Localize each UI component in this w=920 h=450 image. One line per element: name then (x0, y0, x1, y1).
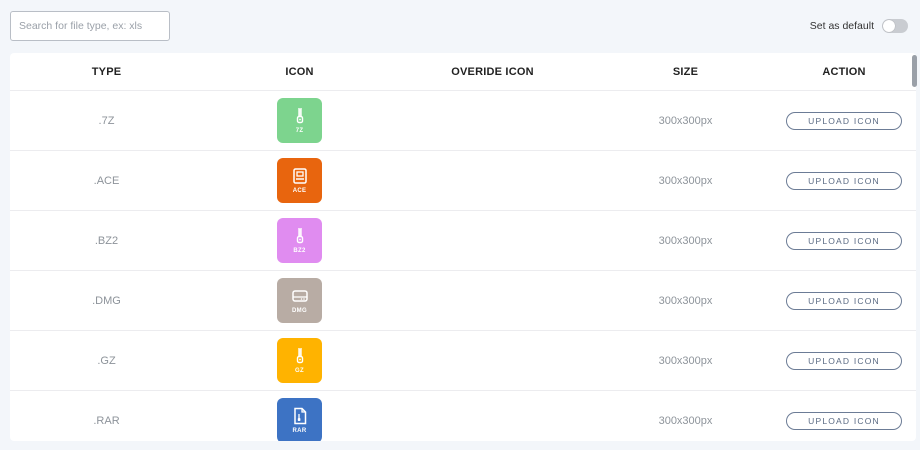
set-default-toggle[interactable] (882, 19, 908, 33)
file-icon: BZ2 (277, 218, 322, 263)
zip-icon (291, 347, 309, 365)
icon-cell: RAR (203, 398, 396, 441)
toggle-knob (883, 20, 895, 32)
file-type-cell: .DMG (92, 294, 121, 307)
file-icon-label: BZ2 (293, 248, 306, 254)
action-cell: UPLOAD ICON (782, 291, 906, 310)
file-icon-label: 7Z (295, 128, 304, 134)
upload-icon-button[interactable]: UPLOAD ICON (786, 171, 902, 190)
header-action: ACTION (822, 65, 866, 78)
upload-icon-button[interactable]: UPLOAD ICON (786, 351, 902, 370)
table-row: .GZ GZ 300x300px UPLOAD ICON (10, 331, 916, 391)
size-cell: 300x300px (658, 114, 713, 127)
header-type: TYPE (91, 65, 122, 78)
action-cell: UPLOAD ICON (782, 111, 906, 130)
size-cell: 300x300px (658, 294, 713, 307)
action-cell: UPLOAD ICON (782, 231, 906, 250)
set-default-label: Set as default (809, 20, 874, 32)
action-cell: UPLOAD ICON (782, 171, 906, 190)
file-icon: RAR (277, 398, 322, 441)
icon-cell: ACE (203, 158, 396, 203)
archive-file-icon (291, 407, 309, 425)
table-row: .7Z 7Z 300x300px UPLOAD ICON (10, 91, 916, 151)
file-icon-label: RAR (292, 428, 307, 434)
file-type-cell: .ACE (93, 174, 120, 187)
file-icon: 7Z (277, 98, 322, 143)
file-icon: GZ (277, 338, 322, 383)
icon-cell: 7Z (203, 98, 396, 143)
upload-icon-button[interactable]: UPLOAD ICON (786, 111, 902, 130)
table-row: .ACE ACE 300x300px UPLOAD ICON (10, 151, 916, 211)
table-body: .7Z 7Z 300x300px UPLOAD ICON .ACE ACE 300x300p… (10, 91, 916, 441)
icon-cell: GZ (203, 338, 396, 383)
header-size: SIZE (672, 65, 699, 78)
file-type-table: TYPE ICON OVERIDE ICON SIZE ACTION .7Z 7Z… (10, 53, 916, 441)
size-cell: 300x300px (658, 354, 713, 367)
size-cell: 300x300px (658, 174, 713, 187)
action-cell: UPLOAD ICON (782, 411, 906, 430)
file-icon: DMG (277, 278, 322, 323)
upload-icon-button[interactable]: UPLOAD ICON (786, 291, 902, 310)
file-type-cell: .RAR (93, 414, 120, 427)
file-type-cell: .7Z (98, 114, 115, 127)
scrollbar[interactable] (912, 55, 917, 87)
zip-icon (291, 107, 309, 125)
icon-cell: DMG (203, 278, 396, 323)
upload-icon-button[interactable]: UPLOAD ICON (786, 411, 902, 430)
table-header: TYPE ICON OVERIDE ICON SIZE ACTION (10, 53, 916, 91)
set-default-control: Set as default (810, 17, 908, 35)
action-cell: UPLOAD ICON (782, 351, 906, 370)
file-icon-label: GZ (295, 368, 304, 374)
upload-icon-button[interactable]: UPLOAD ICON (786, 231, 902, 250)
search-input[interactable] (10, 11, 170, 41)
file-type-cell: .GZ (97, 354, 116, 367)
table-row: .DMG DMG 300x300px UPLOAD ICON (10, 271, 916, 331)
icon-cell: BZ2 (203, 218, 396, 263)
size-cell: 300x300px (658, 414, 713, 427)
file-icon: ACE (277, 158, 322, 203)
disk-drive-icon (291, 287, 309, 305)
table-row: .BZ2 BZ2 300x300px UPLOAD ICON (10, 211, 916, 271)
table-row: .RAR RAR 300x300px UPLOAD ICON (10, 391, 916, 441)
file-icon-label: DMG (292, 308, 307, 314)
file-type-cell: .BZ2 (94, 234, 119, 247)
file-icon-label: ACE (292, 188, 307, 194)
header-icon: ICON (285, 65, 314, 78)
header-override-icon: OVERIDE ICON (451, 65, 534, 78)
size-cell: 300x300px (658, 234, 713, 247)
zip-icon (291, 227, 309, 245)
archive-icon (291, 167, 309, 185)
